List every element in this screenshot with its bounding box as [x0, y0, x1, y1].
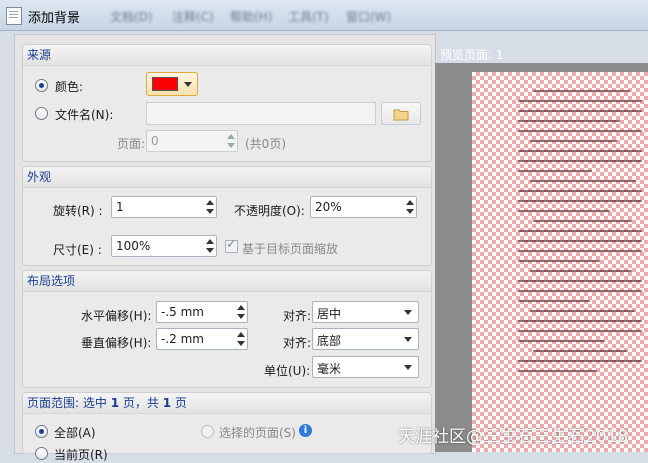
document-icon [6, 7, 22, 25]
chevron-down-icon [184, 82, 192, 87]
spin-down-icon [206, 209, 214, 214]
spin-down-icon [237, 341, 245, 346]
browse-button[interactable] [381, 102, 421, 125]
unit-label: 单位(U): [264, 364, 311, 378]
spin-down-icon [406, 209, 414, 214]
spin-down-icon [206, 248, 214, 253]
page-total: (共0页) [245, 137, 286, 151]
spin-up-icon [237, 332, 245, 337]
all-pages-label: 全部(A) [54, 426, 96, 440]
info-icon[interactable]: i [299, 424, 312, 437]
spin-up-icon [406, 200, 414, 205]
bg-menu-item: 文档(D) [110, 10, 153, 24]
source-header: 来源 [23, 45, 431, 66]
scale-label: 基于目标页面缩放 [242, 242, 339, 256]
bg-menu-item: 帮助(H) [230, 10, 273, 24]
size-label: 尺寸(E) : [53, 243, 102, 257]
file-radio[interactable] [35, 107, 48, 120]
color-swatch [152, 77, 178, 91]
h-offset-label: 水平偏移(H): [81, 309, 152, 323]
align1-dropdown[interactable]: 居中 [312, 301, 419, 323]
bg-menu-item: 窗口(W) [346, 10, 392, 24]
rotation-spinner[interactable]: 1 [111, 196, 217, 218]
chevron-down-icon [404, 337, 412, 342]
window-title: 添加背景 [28, 11, 81, 26]
spin-down-icon [237, 314, 245, 319]
source-group: 来源 颜色: 文件名(N): 页面: 0 (共0页) [22, 44, 432, 162]
appearance-header: 外观 [23, 167, 431, 188]
color-label: 颜色: [55, 80, 84, 94]
page-range-header: 页面范围: 选中 1 页，共 1 页 [23, 393, 431, 414]
preview-page [472, 72, 648, 452]
layout-header: 布局选项 [23, 271, 431, 292]
scale-checkbox[interactable] [225, 237, 238, 253]
v-offset-label: 垂直偏移(H): [81, 336, 152, 350]
layout-group: 布局选项 水平偏移(H): -.5 mm 对齐: 居中 垂直偏移(H): -.2… [22, 270, 432, 388]
file-label: 文件名(N): [55, 108, 114, 122]
selected-pages-radio[interactable] [201, 425, 214, 438]
page-text-lines [518, 90, 642, 420]
chevron-down-icon [404, 310, 412, 315]
align2-dropdown[interactable]: 底部 [312, 328, 419, 350]
page-spinner[interactable]: 0 [146, 130, 238, 152]
size-spinner[interactable]: 100% [111, 235, 217, 257]
spin-down-icon [227, 143, 235, 148]
file-name-field[interactable] [146, 102, 376, 125]
unit-dropdown[interactable]: 毫米 [312, 356, 419, 378]
title-bar: 添加背景 文档(D) 注释(C) 帮助(H) 工具(T) 窗口(W) [0, 0, 648, 31]
opacity-label: 不透明度(O): [234, 204, 305, 218]
preview-label: 预览页面: 1 [440, 48, 504, 62]
v-offset-spinner[interactable]: -.2 mm [156, 328, 248, 350]
page-range-group: 页面范围: 选中 1 页，共 1 页 全部(A) 选择的页面(S) i 当前页(… [22, 392, 432, 462]
current-page-label: 当前页(R) [54, 448, 108, 462]
spin-up-icon [206, 239, 214, 244]
page-label: 页面: [117, 137, 146, 151]
align2-label: 对齐: [283, 336, 312, 350]
h-offset-spinner[interactable]: -.5 mm [156, 301, 248, 323]
color-radio[interactable] [35, 79, 48, 92]
align1-label: 对齐: [283, 309, 312, 323]
current-page-radio[interactable] [35, 447, 48, 460]
all-pages-radio[interactable] [35, 425, 48, 438]
watermark-text: 天涯社区@三生石三生石2018 [398, 427, 629, 447]
opacity-spinner[interactable]: 20% [310, 196, 417, 218]
bg-menu-item: 注释(C) [172, 10, 214, 24]
bg-menu-item: 工具(T) [288, 10, 329, 24]
folder-icon [393, 109, 409, 121]
selected-pages-label: 选择的页面(S) [219, 426, 296, 440]
rotation-label: 旋转(R) : [53, 204, 103, 218]
chevron-down-icon [404, 365, 412, 370]
spin-up-icon [206, 200, 214, 205]
spin-up-icon [227, 134, 235, 139]
appearance-group: 外观 旋转(R) : 1 不透明度(O): 20% 尺寸(E) : 100% 基… [22, 166, 432, 266]
spin-up-icon [237, 305, 245, 310]
color-picker-button[interactable] [146, 72, 198, 96]
